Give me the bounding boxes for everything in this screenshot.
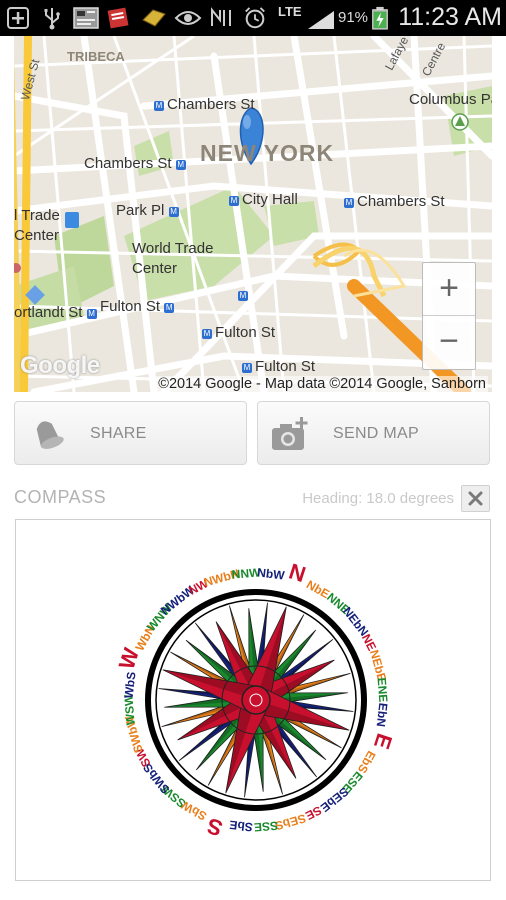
compass-rose: NNbENNENEbNNENEbEENEEbNEEbSESESEbESESEbS… — [114, 559, 398, 842]
zoom-out-button[interactable]: − — [423, 316, 475, 368]
compass-hub — [241, 685, 271, 715]
map-label-new-york: NEW YORK — [200, 140, 335, 166]
compass-label-EbN: EbN — [374, 702, 391, 727]
subway-icon: M — [86, 309, 97, 319]
subway-icon: M — [242, 363, 252, 373]
status-bar: LTE 91% 11:23 AM — [0, 0, 506, 36]
notes-app-icon — [107, 7, 129, 29]
compass-label-SbE: SbE — [229, 818, 254, 835]
network-type: LTE — [278, 4, 302, 19]
add-camera-icon — [272, 417, 308, 450]
map-label-fulton-st-3: M Fulton St — [242, 358, 316, 375]
map-label-trade-center-a: l Trade — [14, 207, 60, 224]
signal-icon — [308, 11, 334, 29]
send-map-button[interactable]: SEND MAP — [257, 401, 490, 465]
close-compass-button[interactable] — [461, 485, 490, 512]
add-notification-icon — [7, 7, 29, 29]
map-label-tribeca: TRIBECA — [67, 49, 125, 64]
map-label-columbus-park: Columbus Pa — [409, 91, 492, 108]
subway-icon: M — [175, 160, 186, 170]
zoom-controls: + − — [422, 262, 476, 370]
subway-icon: M — [168, 207, 179, 217]
subway-icon: M — [154, 101, 164, 111]
heading-readout: Heading: 18.0 degrees — [302, 490, 454, 507]
keyboard-notification-icon — [73, 7, 99, 29]
subway-icon: M — [202, 329, 212, 339]
map-label-chambers-st-2: Chambers St M — [84, 155, 186, 172]
subway-icon: M — [238, 291, 248, 301]
map-label-park-pl: Park Pl M — [116, 202, 179, 219]
nfc-muted-icon — [211, 7, 231, 26]
compass-rose-graphic — [145, 589, 367, 811]
map-label-fulton-st-1: Fulton St M — [100, 298, 175, 315]
compass-label-E: E — [369, 730, 397, 752]
share-button[interactable]: SHARE — [14, 401, 247, 465]
eye-icon — [174, 11, 202, 25]
alarm-icon — [245, 7, 265, 29]
share-bell-icon — [36, 421, 64, 449]
compass-label-WbS: WbS — [122, 671, 139, 699]
subway-icon: M — [344, 198, 354, 208]
map-label-fulton-st-2: M Fulton St — [202, 324, 276, 341]
map-label-world-trade-2: Center — [132, 260, 178, 277]
compass-label-ENE: ENE — [374, 677, 390, 703]
compass-label-SSE: SSE — [253, 819, 278, 835]
tag-app-icon — [142, 9, 166, 27]
map-label-chambers-st-1: M Chambers St — [154, 96, 255, 113]
compass-title: COMPASS — [14, 487, 107, 507]
share-label: SHARE — [90, 425, 147, 442]
subway-icon: M — [164, 303, 175, 313]
compass-label-S: S — [204, 813, 226, 841]
send-map-label: SEND MAP — [333, 425, 419, 442]
subway-icon: M — [229, 196, 239, 206]
compass-panel: N NbE NNE NEbN NE NEbE ENE EbN E EbS ESE SEbE SE SEbS… — [15, 519, 491, 881]
map-label-cortlandt-st: ortlandt St M — [14, 304, 97, 321]
map-label-world-trade-1: World Trade — [132, 240, 214, 257]
compass-label-N: N — [286, 559, 309, 588]
usb-icon — [44, 8, 60, 30]
compass-label-NbW: NbW — [257, 565, 286, 582]
compass-label-SEbE: SEbE — [318, 784, 351, 814]
close-icon — [468, 491, 483, 506]
battery-charging-icon — [372, 6, 388, 30]
map-label-trade-center-b: Center — [14, 227, 60, 244]
map-attribution[interactable]: ©2014 Google - Map data ©2014 Google, Sa… — [156, 376, 488, 392]
battery-percent: 91% — [338, 9, 369, 26]
zoom-in-button[interactable]: + — [423, 263, 475, 316]
map-label-fulton-st-marker: M — [238, 288, 251, 302]
map-view[interactable]: TRIBECA West St NEW YORK M Chambers St Ch… — [14, 36, 492, 392]
map-label-chambers-st-3: M Chambers St — [344, 193, 445, 210]
google-logo: Google — [20, 352, 100, 379]
map-label-city-hall: M City Hall — [229, 191, 298, 208]
clock: 11:23 AM — [398, 3, 502, 31]
